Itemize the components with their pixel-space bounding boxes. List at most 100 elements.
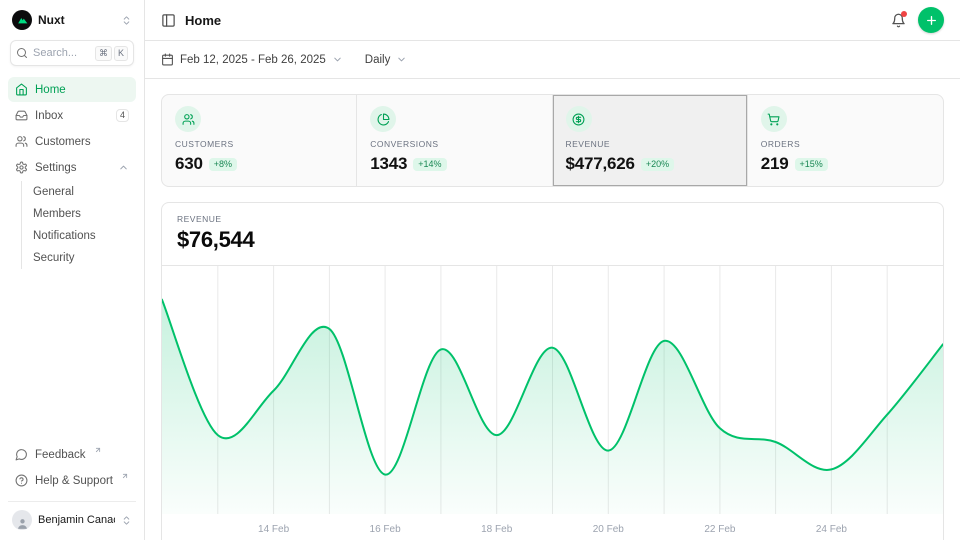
revenue-chart-svg: 14 Feb16 Feb18 Feb20 Feb22 Feb24 Feb bbox=[162, 266, 943, 540]
sidebar-item-general[interactable]: General bbox=[26, 181, 136, 203]
message-bubble-icon bbox=[15, 448, 28, 461]
main-area: Home Feb 12, 2025 - Feb 26, 2025 Daily bbox=[145, 0, 960, 540]
chevron-up-icon bbox=[118, 162, 129, 173]
sidebar: Nuxt ⌘K Home Inbox 4 Cu bbox=[0, 0, 145, 540]
circle-dollar-icon bbox=[566, 106, 592, 132]
stat-label: CONVERSIONS bbox=[370, 139, 438, 149]
sidebar-item-label: Inbox bbox=[35, 110, 109, 122]
stat-value: 219 bbox=[761, 154, 789, 174]
stat-label: CUSTOMERS bbox=[175, 139, 234, 149]
search-icon bbox=[16, 47, 28, 59]
avatar bbox=[12, 510, 32, 530]
stat-delta-badge: +14% bbox=[413, 158, 446, 171]
sidebar-item-label: Settings bbox=[35, 162, 111, 174]
sidebar-item-label: Home bbox=[35, 84, 129, 96]
nuxt-logo-icon bbox=[12, 10, 32, 30]
svg-text:16 Feb: 16 Feb bbox=[370, 524, 402, 535]
workspace-switcher[interactable]: Nuxt bbox=[8, 8, 136, 32]
chart-pie-icon bbox=[370, 106, 396, 132]
stats-row: CUSTOMERS 630 +8% CONVERSIONS 1343 +14% bbox=[161, 94, 944, 187]
page-title: Home bbox=[185, 13, 221, 28]
sidebar-item-label: General bbox=[33, 186, 74, 198]
inbox-icon bbox=[15, 109, 28, 122]
svg-text:14 Feb: 14 Feb bbox=[258, 524, 290, 535]
kbd-cmd: ⌘ bbox=[95, 46, 112, 61]
stat-value: $477,626 bbox=[566, 154, 635, 174]
search-input[interactable]: ⌘K bbox=[10, 40, 134, 66]
sidebar-item-label: Customers bbox=[35, 136, 129, 148]
header-actions bbox=[891, 7, 944, 33]
workspace-name: Nuxt bbox=[38, 13, 115, 27]
revenue-chart-card: REVENUE $76,544 14 Feb16 Feb18 Feb20 Feb… bbox=[161, 202, 944, 540]
external-link-icon bbox=[93, 449, 101, 461]
filters-toolbar: Feb 12, 2025 - Feb 26, 2025 Daily bbox=[145, 41, 960, 79]
sidebar-nav: Home Inbox 4 Customers Settings General bbox=[8, 76, 136, 271]
sidebar-item-feedback[interactable]: Feedback bbox=[8, 442, 136, 467]
revenue-chart[interactable]: 14 Feb16 Feb18 Feb20 Feb22 Feb24 Feb bbox=[162, 266, 943, 540]
sidebar-item-inbox[interactable]: Inbox 4 bbox=[8, 103, 136, 128]
svg-text:24 Feb: 24 Feb bbox=[816, 524, 848, 535]
sidebar-item-label: Help & Support bbox=[35, 475, 113, 487]
stat-label: ORDERS bbox=[761, 139, 800, 149]
search-field[interactable] bbox=[33, 47, 83, 59]
stat-label: REVENUE bbox=[566, 139, 611, 149]
notifications-button[interactable] bbox=[891, 13, 906, 28]
date-range-picker[interactable]: Feb 12, 2025 - Feb 26, 2025 bbox=[161, 53, 343, 66]
users-icon bbox=[15, 135, 28, 148]
plus-icon bbox=[925, 14, 938, 27]
home-icon bbox=[15, 83, 28, 96]
sidebar-item-members[interactable]: Members bbox=[26, 203, 136, 225]
settings-children: General Members Notifications Security bbox=[21, 181, 136, 269]
stat-card-customers[interactable]: CUSTOMERS 630 +8% bbox=[162, 95, 357, 186]
chevron-updown-icon bbox=[121, 15, 132, 26]
stat-value: 1343 bbox=[370, 154, 407, 174]
panel-left-icon bbox=[161, 13, 176, 28]
gear-icon bbox=[15, 161, 28, 174]
stat-card-revenue[interactable]: REVENUE $477,626 +20% bbox=[553, 95, 748, 186]
interval-select[interactable]: Daily bbox=[365, 54, 408, 66]
page-content: CUSTOMERS 630 +8% CONVERSIONS 1343 +14% bbox=[145, 79, 960, 540]
sidebar-toggle-button[interactable] bbox=[161, 13, 176, 28]
app-window: Nuxt ⌘K Home Inbox 4 Cu bbox=[0, 0, 960, 540]
chart-metric-value: $76,544 bbox=[177, 227, 928, 253]
sidebar-item-label: Feedback bbox=[35, 449, 86, 461]
svg-text:18 Feb: 18 Feb bbox=[481, 524, 513, 535]
date-range-label: Feb 12, 2025 - Feb 26, 2025 bbox=[180, 54, 326, 66]
sidebar-item-settings[interactable]: Settings bbox=[8, 155, 136, 180]
sidebar-item-label: Security bbox=[33, 252, 75, 264]
sidebar-item-notifications[interactable]: Notifications bbox=[26, 225, 136, 247]
help-circle-icon bbox=[15, 474, 28, 487]
inbox-count-badge: 4 bbox=[116, 109, 129, 122]
stat-delta-badge: +8% bbox=[209, 158, 237, 171]
user-name: Benjamin Canac bbox=[38, 514, 115, 526]
calendar-icon bbox=[161, 53, 174, 66]
stat-value: 630 bbox=[175, 154, 203, 174]
page-header: Home bbox=[145, 0, 960, 41]
users-icon bbox=[175, 106, 201, 132]
notification-dot bbox=[901, 11, 907, 17]
sidebar-item-security[interactable]: Security bbox=[26, 247, 136, 269]
user-menu[interactable]: Benjamin Canac bbox=[8, 501, 136, 532]
stat-delta-badge: +15% bbox=[795, 158, 828, 171]
stat-delta-badge: +20% bbox=[641, 158, 674, 171]
svg-text:22 Feb: 22 Feb bbox=[704, 524, 736, 535]
chevron-down-icon bbox=[396, 54, 407, 65]
kbd-k: K bbox=[114, 46, 128, 61]
add-button[interactable] bbox=[918, 7, 944, 33]
interval-label: Daily bbox=[365, 54, 391, 66]
stat-card-conversions[interactable]: CONVERSIONS 1343 +14% bbox=[357, 95, 552, 186]
sidebar-item-label: Members bbox=[33, 208, 81, 220]
sidebar-item-help-support[interactable]: Help & Support bbox=[8, 468, 136, 493]
chart-metric-label: REVENUE bbox=[177, 214, 928, 224]
chevron-updown-icon bbox=[121, 515, 132, 526]
shopping-cart-icon bbox=[761, 106, 787, 132]
search-shortcut: ⌘K bbox=[95, 46, 128, 61]
sidebar-item-label: Notifications bbox=[33, 230, 96, 242]
chart-header: REVENUE $76,544 bbox=[162, 203, 943, 266]
sidebar-item-home[interactable]: Home bbox=[8, 77, 136, 102]
stat-card-orders[interactable]: ORDERS 219 +15% bbox=[748, 95, 943, 186]
external-link-icon bbox=[120, 475, 128, 487]
sidebar-footer: Feedback Help & Support Benjamin Canac bbox=[8, 441, 136, 532]
chevron-down-icon bbox=[332, 54, 343, 65]
sidebar-item-customers[interactable]: Customers bbox=[8, 129, 136, 154]
